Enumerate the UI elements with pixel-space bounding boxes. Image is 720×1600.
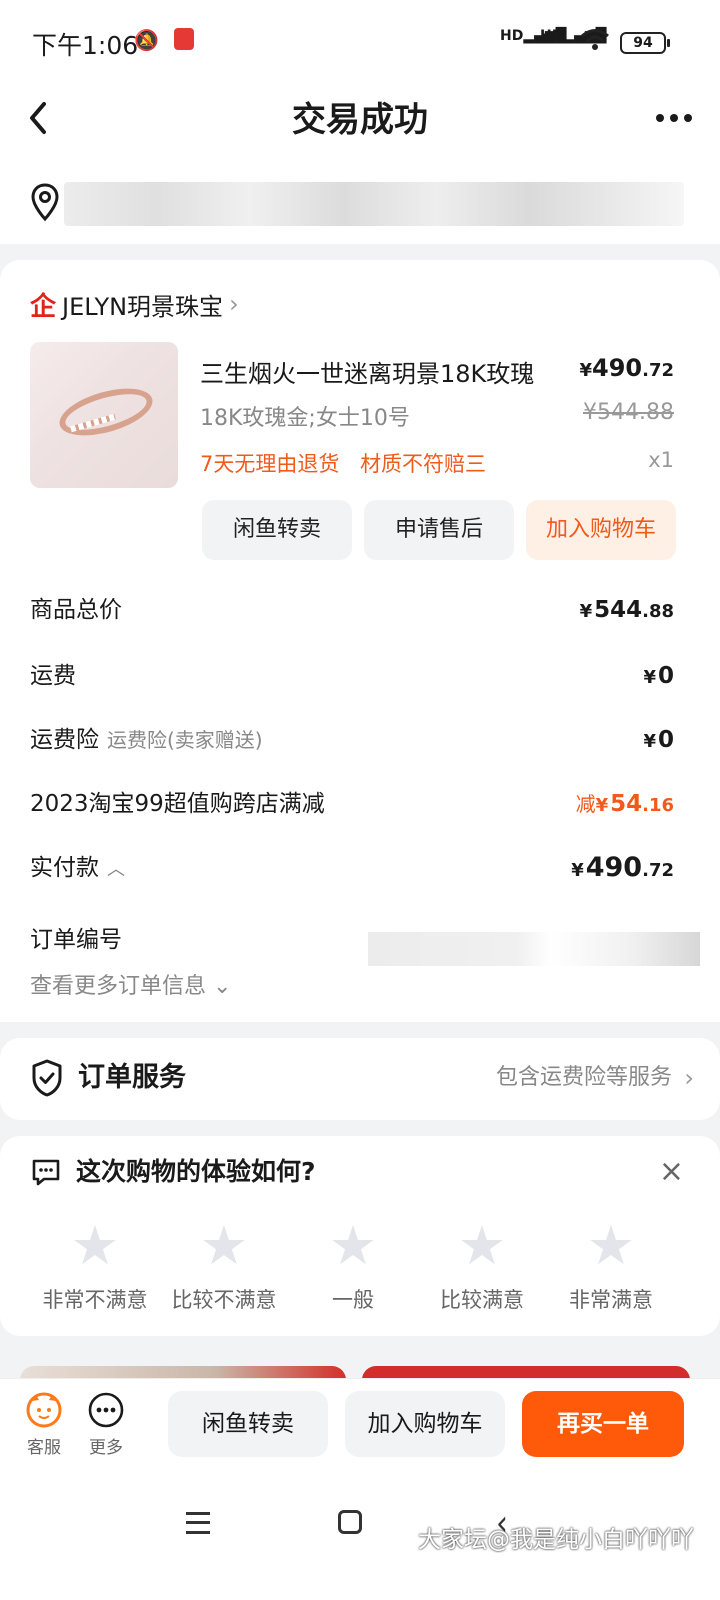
more-order-info-link[interactable]: 查看更多订单信息 ⌄ [30, 968, 231, 1000]
rating-option-3[interactable]: ★ 一般 [288, 1216, 418, 1314]
add-to-cart-button[interactable]: 加入购物车 [526, 500, 676, 560]
star-icon: ★ [328, 1214, 378, 1277]
wifi-icon [580, 28, 610, 57]
page-title: 交易成功 [292, 100, 428, 140]
summary-row-discount: 2023淘宝99超值购跨店满减 减¥54.16 [30, 784, 674, 824]
star-icon: ★ [199, 1214, 249, 1277]
ring-image [54, 379, 158, 445]
order-service-card[interactable]: 订单服务 包含运费险等服务 › [0, 1038, 720, 1120]
product-title[interactable]: 三生烟火一世迷离玥景18K玫瑰 [200, 354, 570, 389]
original-price: ¥544.88 [583, 400, 674, 425]
rating-option-5[interactable]: ★ 非常满意 [546, 1216, 676, 1314]
summary-value: ¥490.72 [571, 852, 674, 883]
summary-row-shipping-insurance: 运费险 运费险(卖家赠送) ¥0 [30, 720, 674, 760]
rating-label: 非常满意 [569, 1288, 653, 1312]
status-bar: 下午1:06 🔕 HD▂▄▆█ HD▂▄▆█ 94 [0, 0, 720, 80]
star-icon: ★ [457, 1214, 507, 1277]
shop-logo-icon: 企 [30, 291, 57, 322]
summary-label: 商品总价 [30, 597, 122, 623]
add-to-cart-button-bottom[interactable]: 加入购物车 [345, 1391, 505, 1457]
shop-header[interactable]: 企 JELYN玥景珠宝 › [30, 288, 239, 322]
order-number-label: 订单编号 [30, 927, 122, 953]
shield-check-icon [30, 1058, 64, 1098]
order-number-redacted [368, 932, 700, 966]
currency-symbol: ¥ [579, 360, 592, 381]
shop-name: JELYN玥景珠宝 [62, 292, 224, 321]
chat-bubble-icon [30, 1156, 62, 1188]
home-icon[interactable] [338, 1510, 362, 1534]
buy-again-button[interactable]: 再买一单 [522, 1391, 684, 1457]
service-title: 订单服务 [78, 1062, 186, 1093]
chevron-up-icon: ︿ [107, 859, 125, 880]
chevron-right-icon: › [229, 290, 239, 318]
bottom-action-bar: 客服 更多 闲鱼转卖 加入购物车 再买一单 [0, 1378, 720, 1478]
rating-option-1[interactable]: ★ 非常不满意 [30, 1216, 160, 1314]
summary-value: ¥544.88 [579, 597, 674, 623]
product-quantity: x1 [648, 448, 674, 472]
address-text-redacted [64, 182, 684, 226]
mute-icon: 🔕 [134, 28, 159, 52]
header: 交易成功 [0, 80, 720, 160]
rating-option-4[interactable]: ★ 比较满意 [417, 1216, 547, 1314]
menu-icon[interactable] [186, 1512, 210, 1534]
summary-label: 运费 [30, 663, 76, 689]
chevron-right-icon: › [684, 1064, 694, 1092]
more-dots-icon[interactable] [652, 98, 696, 142]
summary-label: 2023淘宝99超值购跨店满减 [30, 791, 325, 817]
tag-guarantee: 材质不符赔三 [360, 452, 487, 476]
battery-icon: 94 [620, 32, 670, 54]
after-sales-button[interactable]: 申请售后 [364, 500, 514, 560]
notification-icon [174, 28, 194, 55]
summary-value: ¥0 [643, 663, 674, 689]
location-pin-icon [30, 182, 60, 222]
rating-label: 一般 [332, 1288, 374, 1312]
more-label: 更多 [89, 1438, 123, 1458]
summary-row-shipping: 运费 ¥0 [30, 656, 674, 696]
service-description: 包含运费险等服务 [495, 1065, 672, 1090]
product-image[interactable] [30, 342, 178, 488]
summary-sublabel: 运费险(卖家赠送) [107, 728, 263, 752]
tag-return: 7天无理由退货 [200, 452, 340, 476]
price-int: 490 [592, 354, 643, 382]
summary-label: 实付款 ︿ [30, 848, 125, 890]
product-price: ¥490.72 [579, 354, 674, 382]
rating-label: 非常不满意 [42, 1288, 148, 1312]
summary-value: 减¥54.16 [575, 791, 674, 817]
system-nav-bar: ‹ 大家坛@我是纯小白吖吖吖 [0, 1478, 720, 1600]
more-dots-icon [87, 1391, 125, 1429]
summary-value: ¥0 [643, 727, 674, 753]
close-icon[interactable]: × [659, 1152, 684, 1192]
rating-label: 比较满意 [440, 1288, 524, 1312]
rating-label: 比较不满意 [171, 1288, 277, 1312]
rating-option-2[interactable]: ★ 比较不满意 [159, 1216, 289, 1314]
watermark-text: 大家坛@我是纯小白吖吖吖 [418, 1527, 694, 1553]
customer-service-button[interactable]: 客服 [18, 1391, 70, 1458]
rating-card: 这次购物的体验如何? × ★ 非常不满意 ★ 比较不满意 ★ 一般 ★ 比较满意… [0, 1136, 720, 1336]
address-card[interactable] [0, 160, 720, 244]
product-tags: 7天无理由退货 材质不符赔三 [200, 448, 500, 478]
price-dec: .72 [642, 360, 674, 381]
resell-button-bottom[interactable]: 闲鱼转卖 [168, 1391, 328, 1457]
rating-title: 这次购物的体验如何? [76, 1157, 316, 1186]
summary-row-total: 商品总价 ¥544.88 [30, 590, 674, 630]
summary-label: 运费险 运费险(卖家赠送) [30, 727, 263, 753]
resell-button[interactable]: 闲鱼转卖 [202, 500, 352, 560]
order-card: 企 JELYN玥景珠宝 › 三生烟火一世迷离玥景18K玫瑰 ¥490.72 18… [0, 260, 720, 1022]
status-time: 下午1:06 [32, 31, 139, 60]
summary-row-paid[interactable]: 实付款 ︿ ¥490.72 [30, 848, 674, 888]
customer-service-label: 客服 [27, 1438, 61, 1458]
more-button[interactable]: 更多 [80, 1391, 132, 1458]
star-icon: ★ [586, 1214, 636, 1277]
star-icon: ★ [70, 1214, 120, 1277]
customer-service-icon [25, 1391, 63, 1429]
product-sku: 18K玫瑰金;女士10号 [200, 406, 410, 431]
